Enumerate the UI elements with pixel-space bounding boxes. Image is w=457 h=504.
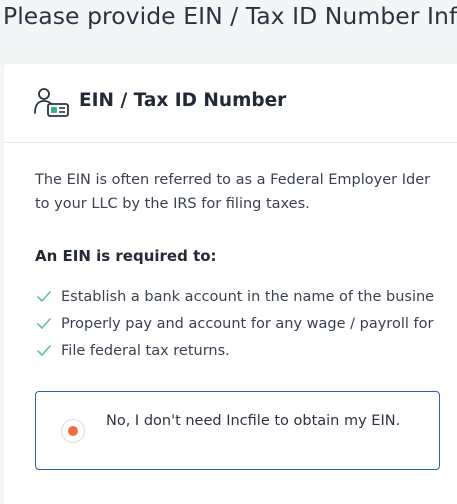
option-label: No, I don't need Incfile to obtain my EI…: [106, 413, 401, 429]
list-item: Establish a bank account in the name of …: [35, 285, 434, 312]
list-item-label: File federal tax returns.: [61, 343, 230, 359]
radio-selected-dot: [68, 426, 78, 436]
no-ein-option[interactable]: No, I don't need Incfile to obtain my EI…: [35, 391, 440, 470]
list-item: Properly pay and account for any wage / …: [35, 312, 434, 339]
list-item-label: Properly pay and account for any wage / …: [61, 316, 434, 332]
list-item-label: Establish a bank account in the name of …: [61, 289, 435, 305]
id-card-person-icon: [34, 87, 70, 119]
card-header: EIN / Tax ID Number: [4, 64, 457, 143]
radio-button[interactable]: [61, 419, 85, 443]
check-icon: [37, 291, 51, 302]
page-title: Please provide EIN / Tax ID Number Inf: [3, 2, 457, 30]
requirements-heading: An EIN is required to:: [35, 247, 217, 265]
intro-line: The EIN is often referred to as a Federa…: [35, 172, 431, 188]
check-icon: [37, 345, 51, 356]
ein-card: EIN / Tax ID Number The EIN is often ref…: [4, 64, 457, 504]
card-title: EIN / Tax ID Number: [79, 90, 287, 111]
requirements-list: Establish a bank account in the name of …: [35, 285, 434, 366]
intro-text: The EIN is often referred to as a Federa…: [35, 168, 457, 216]
list-item: File federal tax returns.: [35, 339, 434, 366]
check-icon: [37, 318, 51, 329]
intro-line: to your LLC by the IRS for filing taxes.: [35, 196, 310, 212]
